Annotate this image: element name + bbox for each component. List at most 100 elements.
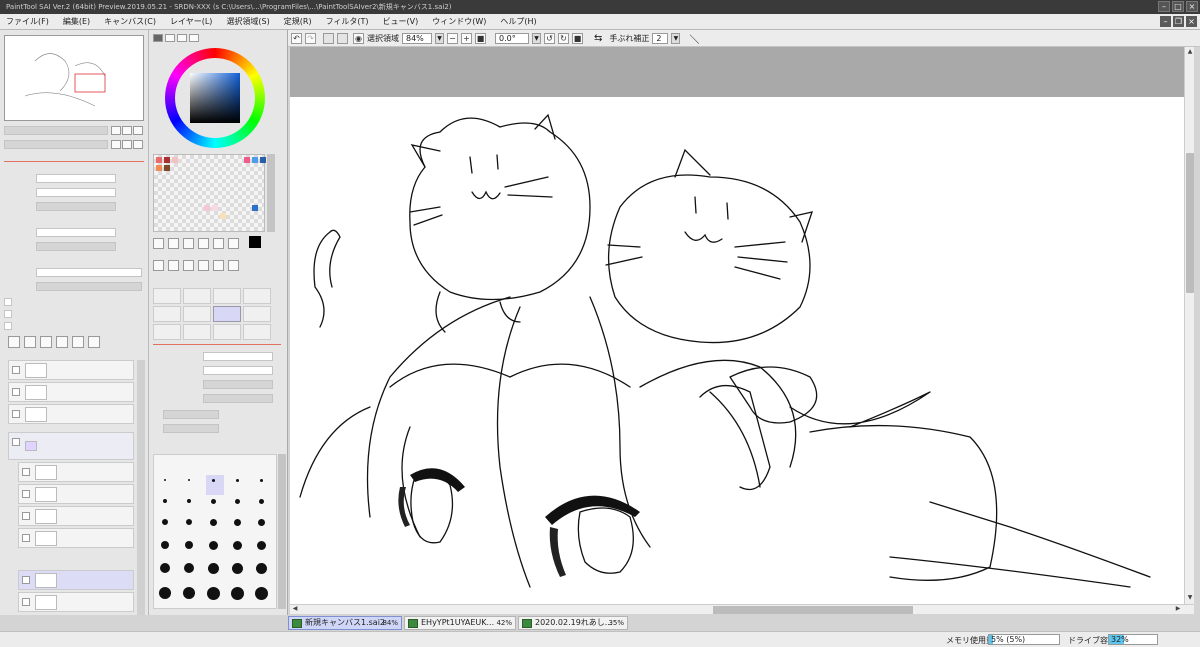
menu-help[interactable]: ヘルプ(H) [500,16,536,27]
visibility-icon[interactable] [22,490,30,498]
brush-grid-scrollbar[interactable] [278,454,286,609]
layer-row[interactable] [18,592,134,612]
redo-icon[interactable]: ↷ [305,32,316,44]
layer-mode-field[interactable] [36,228,116,237]
maximize-button[interactable]: □ [1172,1,1184,12]
color-square[interactable] [190,73,240,123]
brush-density-slider[interactable] [203,380,273,389]
brush-min-size-field[interactable] [203,366,273,375]
document-tab-1[interactable]: 新規キャンバス1.sai2 84% [288,616,402,630]
zoom-in-icon[interactable] [122,126,132,135]
menu-selection[interactable]: 選択領域(S) [226,16,269,27]
navigator-zoom-slider[interactable] [4,126,108,135]
canvas-horizontal-scrollbar[interactable]: ◀ ▶ [290,604,1194,614]
zoom-in-button[interactable]: + [461,32,472,44]
minimize-button[interactable]: – [1158,1,1170,12]
visibility-icon[interactable] [12,438,20,446]
brush-tool-pen[interactable] [153,288,181,304]
brush-tool-selected[interactable] [213,306,241,322]
swatch[interactable] [172,157,178,163]
visibility-icon[interactable] [22,576,30,584]
visibility-icon[interactable] [22,512,30,520]
menu-file[interactable]: ファイル(F) [6,16,49,27]
brush-shape-slider[interactable] [203,394,273,403]
rotate-reset-icon[interactable] [133,140,143,149]
doc-close-button[interactable]: × [1186,16,1197,27]
brush-size-grid[interactable] [153,454,277,609]
color-wheel[interactable] [165,48,265,148]
hsv-slider-tab-icon[interactable] [177,34,187,42]
visibility-icon[interactable] [12,366,20,374]
shape-icon[interactable] [213,259,224,271]
clear-icon[interactable] [72,336,84,348]
layer-row[interactable] [18,506,134,526]
magic-wand-icon[interactable] [183,238,194,249]
eyedropper-icon[interactable] [183,259,194,271]
layer-row[interactable] [8,382,134,402]
swatch[interactable] [244,157,250,163]
lasso-icon[interactable] [168,238,179,249]
zoom-field[interactable]: 84% [402,32,432,44]
rotation-field[interactable]: 0.0° [495,32,529,44]
new-layer-icon[interactable] [8,336,20,348]
rotate-reset-button[interactable]: ■ [572,32,583,44]
brush-tool-brush[interactable] [213,288,241,304]
stabilizer-field[interactable]: 2 [652,32,669,44]
eye-icon[interactable]: ◉ [353,32,364,44]
move-icon[interactable] [198,238,209,249]
swatch[interactable] [220,213,226,219]
primary-color-icon[interactable] [249,236,261,248]
layer-row[interactable] [8,360,134,380]
document-tab-3[interactable]: 2020.02.19れあし... 35% [518,616,628,630]
rotate-right-icon[interactable] [122,140,132,149]
brush-tool-select-eraser[interactable] [243,324,271,340]
delete-layer-icon[interactable] [88,336,100,348]
swatch-palette[interactable] [153,154,266,232]
brush-tool-binary[interactable] [183,324,211,340]
swatch[interactable] [252,205,258,211]
clipping-checkbox[interactable] [4,310,12,318]
visibility-icon[interactable] [22,598,30,606]
visibility-icon[interactable] [12,388,20,396]
rgb-slider-tab-icon[interactable] [165,34,175,42]
menu-filter[interactable]: フィルタ(T) [326,16,369,27]
rotate-left-icon[interactable] [111,140,121,149]
visibility-icon[interactable] [22,534,30,542]
reference-checkbox[interactable] [4,322,12,330]
invert-selection-icon[interactable] [337,32,348,44]
brush-tool-select-pen[interactable] [213,324,241,340]
folder-row[interactable] [8,432,134,460]
merge-icon[interactable] [56,336,68,348]
menu-edit[interactable]: 編集(E) [63,16,90,27]
scroll-down-icon[interactable]: ▼ [1186,594,1194,602]
drawing-canvas[interactable] [290,47,1184,604]
doc-restore-button[interactable]: ❐ [1173,16,1184,27]
zoom-out-icon[interactable] [111,126,121,135]
brush-tool-airbrush[interactable] [183,288,211,304]
zoom-dropdown-icon[interactable]: ▼ [435,32,444,44]
swatch[interactable] [252,157,258,163]
menu-layer[interactable]: レイヤー(L) [170,16,212,27]
stabilizer-dropdown-icon[interactable]: ▼ [671,32,681,44]
layer-option-field[interactable] [36,202,116,211]
doc-minimize-button[interactable]: – [1160,16,1171,27]
brush-size-field[interactable] [203,352,273,361]
swatch[interactable] [204,205,210,211]
straight-line-icon[interactable]: ＼ [689,31,699,46]
layer-row[interactable] [18,462,134,482]
layer-sub-field[interactable] [36,242,116,251]
swatch[interactable] [212,205,218,211]
menu-canvas[interactable]: キャンバス(C) [104,16,156,27]
rotate-icon[interactable] [168,259,179,271]
zoom-fit-button[interactable]: ■ [475,32,486,44]
canvas-vertical-scrollbar[interactable]: ▲ ▼ [1184,47,1194,604]
swatch[interactable] [156,165,162,171]
layer-row-selected[interactable] [18,570,134,590]
new-folder-icon[interactable] [24,336,36,348]
swatch-tab-icon[interactable] [189,34,199,42]
flip-horizontal-icon[interactable]: ⇆ [594,33,602,44]
layer-row[interactable] [18,484,134,504]
deselect-icon[interactable] [323,32,334,44]
vertical-scroll-thumb[interactable] [1186,153,1194,293]
scroll-right-icon[interactable]: ▶ [1174,605,1182,613]
